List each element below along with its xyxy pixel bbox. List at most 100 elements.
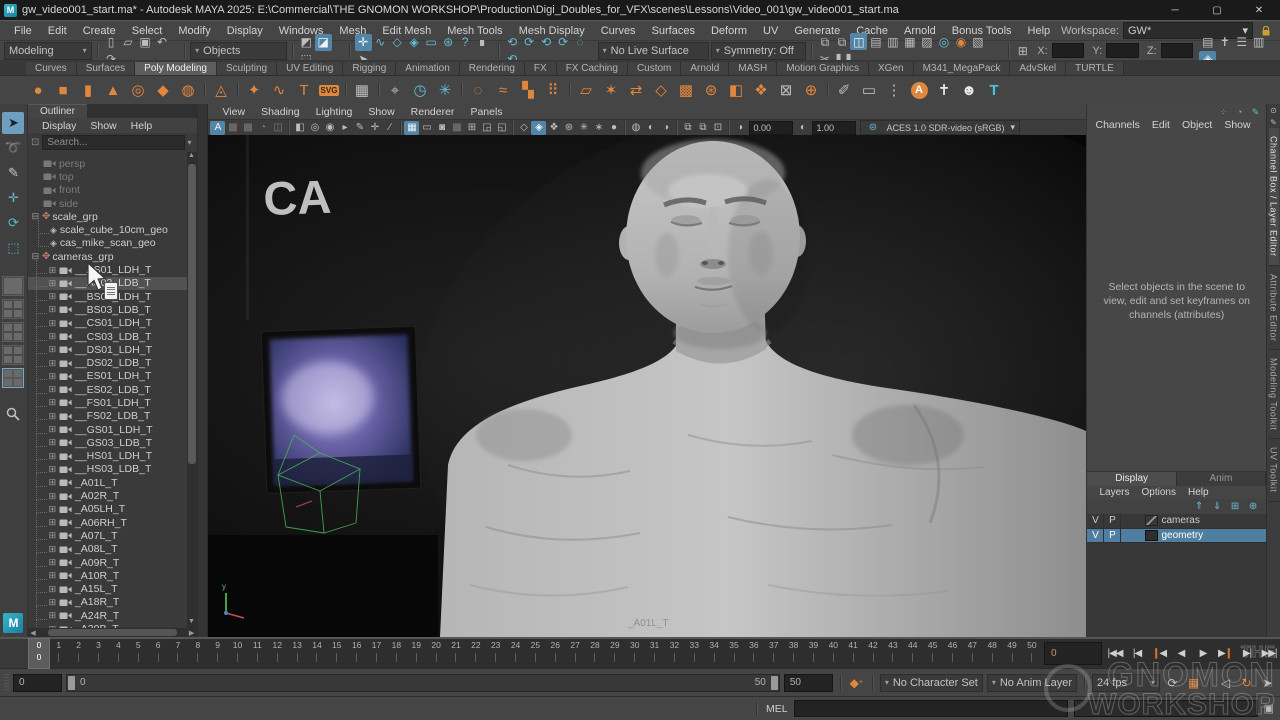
poly-cube-icon[interactable]: ■ <box>51 78 75 102</box>
channel-box-menu-show[interactable]: Show <box>1218 118 1256 132</box>
outliner-item-a06rh_t[interactable]: ⊞_A06RH_T <box>28 516 187 529</box>
outliner-item-front[interactable]: front <box>28 184 187 197</box>
outliner-item-gs03_ldb_t[interactable]: ⊞__GS03_LDB_T <box>28 436 187 449</box>
scale-tool[interactable]: ⬚ <box>2 237 24 259</box>
move-layer-down-icon[interactable]: ⇓ <box>1210 500 1224 513</box>
step-back-key-button[interactable]: ❙◀ <box>1148 642 1170 666</box>
expander-icon[interactable]: ⊞ <box>47 331 58 342</box>
shelf-tab-poly-modeling[interactable]: Poly Modeling <box>135 62 217 75</box>
center-pivot-icon[interactable]: ⌖ <box>383 78 407 102</box>
rotate-tool[interactable]: ⟳ <box>2 212 24 234</box>
timeline-frame-19[interactable]: 19 <box>406 639 426 668</box>
menu-deform[interactable]: Deform <box>703 23 755 39</box>
new-scene-icon[interactable]: ▯ <box>103 34 120 51</box>
svg-tool-icon[interactable]: SVG <box>317 78 341 102</box>
shelf-tab-turtle[interactable]: TURTLE <box>1066 62 1124 75</box>
timeline-frame-38[interactable]: 38 <box>784 639 804 668</box>
outliner-item-ds01_ldh_t[interactable]: ⊞__DS01_LDH_T <box>28 343 187 356</box>
ui-window-icon[interactable]: ▦ <box>350 78 374 102</box>
exposure-icon[interactable]: ◑ <box>732 121 747 135</box>
poly-helix-icon[interactable]: ∿ <box>267 78 291 102</box>
viewport-menu-shading[interactable]: Shading <box>253 106 308 118</box>
outliner-item-persp[interactable]: persp <box>28 157 187 170</box>
wheel-icon[interactable]: ⊛ <box>699 78 723 102</box>
selection-mask-select[interactable]: ▾ Objects <box>190 42 287 60</box>
timeline-frame-47[interactable]: 47 <box>962 639 982 668</box>
outliner-menu-help[interactable]: Help <box>125 120 159 132</box>
motion-blur-icon[interactable]: ◱ <box>494 121 509 135</box>
save-scene-icon[interactable]: ▣ <box>137 34 154 51</box>
scroll-up-icon[interactable]: ▲ <box>188 152 195 162</box>
outliner-item-fs02_ldb_t[interactable]: ⊞__FS02_LDB_T <box>28 410 187 423</box>
ipr-render-icon[interactable]: ◫ <box>850 33 867 50</box>
quad-draw-icon[interactable]: ✐ <box>832 78 856 102</box>
screen-space-ao-icon[interactable]: ◲ <box>479 121 494 135</box>
flip-icon[interactable]: ◧ <box>724 78 748 102</box>
shelf-tab-uv-editing[interactable]: UV Editing <box>277 62 343 75</box>
range-start-handle[interactable] <box>68 676 75 690</box>
project-curve-icon[interactable]: ▩ <box>674 78 698 102</box>
expander-icon[interactable]: ⊞ <box>47 597 58 608</box>
scrollbar-thumb[interactable] <box>188 164 196 464</box>
move-tool[interactable]: ✛ <box>2 187 24 209</box>
timeline-grip[interactable] <box>0 639 29 668</box>
shelf-tab-xgen[interactable]: XGen <box>869 62 914 75</box>
go-to-end-button[interactable]: ▶▶| <box>1258 642 1280 666</box>
outliner-item-a07l_t[interactable]: ⊞_A07L_T <box>28 529 187 542</box>
textured-icon[interactable]: ◙ <box>434 121 449 135</box>
menu-help[interactable]: Help <box>1020 23 1059 39</box>
y-coordinate-field[interactable] <box>1106 43 1139 58</box>
bookmark-view-icon[interactable]: ◔ <box>255 121 270 135</box>
sidebar-tab-modeling-toolkit[interactable]: Modeling Toolkit <box>1269 350 1279 439</box>
expander-icon[interactable]: ⊞ <box>47 570 58 581</box>
panel-splitter[interactable] <box>198 104 209 637</box>
menu-display[interactable]: Display <box>219 23 271 39</box>
character-set-select[interactable]: ▾ No Character Set <box>880 674 983 692</box>
layer-row-cameras[interactable]: VPcameras <box>1087 514 1266 529</box>
shelf-tab-advskel[interactable]: AdvSkel <box>1010 62 1066 75</box>
timeline-frame-24[interactable]: 24 <box>506 639 526 668</box>
menu-edit[interactable]: Edit <box>40 23 75 39</box>
step-forward-frame-button[interactable]: ▶| <box>1236 642 1258 666</box>
isolate-selected-icon[interactable]: ⧉ <box>695 121 710 135</box>
viewport-menu-view[interactable]: View <box>214 106 253 118</box>
range-grip[interactable] <box>4 674 9 692</box>
outliner-item-es01_ldh_t[interactable]: ⊞__ES01_LDH_T <box>28 370 187 383</box>
outliner-item-cameras_grp[interactable]: ⊟✥cameras_grp <box>28 250 187 263</box>
modeling-toolkit-toggle-icon[interactable]: ▤ <box>1199 34 1216 51</box>
shelf-tab-sculpting[interactable]: Sculpting <box>217 62 277 75</box>
shelf-tab-rendering[interactable]: Rendering <box>460 62 525 75</box>
expander-icon[interactable]: ⊞ <box>47 530 58 541</box>
gamma-field[interactable]: 1.00 <box>812 121 856 135</box>
outliner-item-ds02_ldb_t[interactable]: ⊞__DS02_LDB_T <box>28 356 187 369</box>
expander-icon[interactable]: ⊞ <box>47 265 58 276</box>
expander-icon[interactable]: ⊞ <box>47 477 58 488</box>
gamma-icon[interactable]: ◐ <box>795 121 810 135</box>
pin-panel-icon[interactable]: ⊙ <box>1268 104 1280 116</box>
outliner-item-side[interactable]: side <box>28 197 187 210</box>
sidebar-tab-uv-toolkit[interactable]: UV Toolkit <box>1269 439 1279 501</box>
shelf-tab-animation[interactable]: Animation <box>396 62 459 75</box>
outliner-item-a10r_t[interactable]: ⊞_A10R_T <box>28 569 187 582</box>
extrude-icon[interactable]: ▱ <box>574 78 598 102</box>
channel-box-menu-object[interactable]: Object <box>1176 118 1218 132</box>
outliner-item-a05lh_t[interactable]: ⊞_A05LH_T <box>28 503 187 516</box>
menu-file[interactable]: File <box>6 23 40 39</box>
viewport-menu-renderer[interactable]: Renderer <box>403 106 463 118</box>
x-coordinate-field[interactable] <box>1052 43 1085 58</box>
xray-icon[interactable]: ◇ <box>516 121 531 135</box>
sculpt-pen-icon[interactable]: ⋮ <box>882 78 906 102</box>
new-empty-layer-icon[interactable]: ⊞ <box>1228 500 1242 513</box>
timeline-frame-36[interactable]: 36 <box>744 639 764 668</box>
timeline-frame-10[interactable]: 10 <box>228 639 248 668</box>
outliner-item-a08l_t[interactable]: ⊞_A08L_T <box>28 543 187 556</box>
viewport-menu-show[interactable]: Show <box>360 106 402 118</box>
anim-layer-select[interactable]: ▾ No Anim Layer <box>987 674 1077 692</box>
range-slider[interactable]: 0 50 <box>66 674 780 692</box>
timeline-frame-49[interactable]: 49 <box>1002 639 1022 668</box>
viewport-menu-panels[interactable]: Panels <box>462 106 510 118</box>
frame-icon[interactable]: ⊠ <box>774 78 798 102</box>
layer-color-swatch[interactable] <box>1145 530 1158 541</box>
timeline-frame-37[interactable]: 37 <box>764 639 784 668</box>
menu-uv[interactable]: UV <box>755 23 786 39</box>
